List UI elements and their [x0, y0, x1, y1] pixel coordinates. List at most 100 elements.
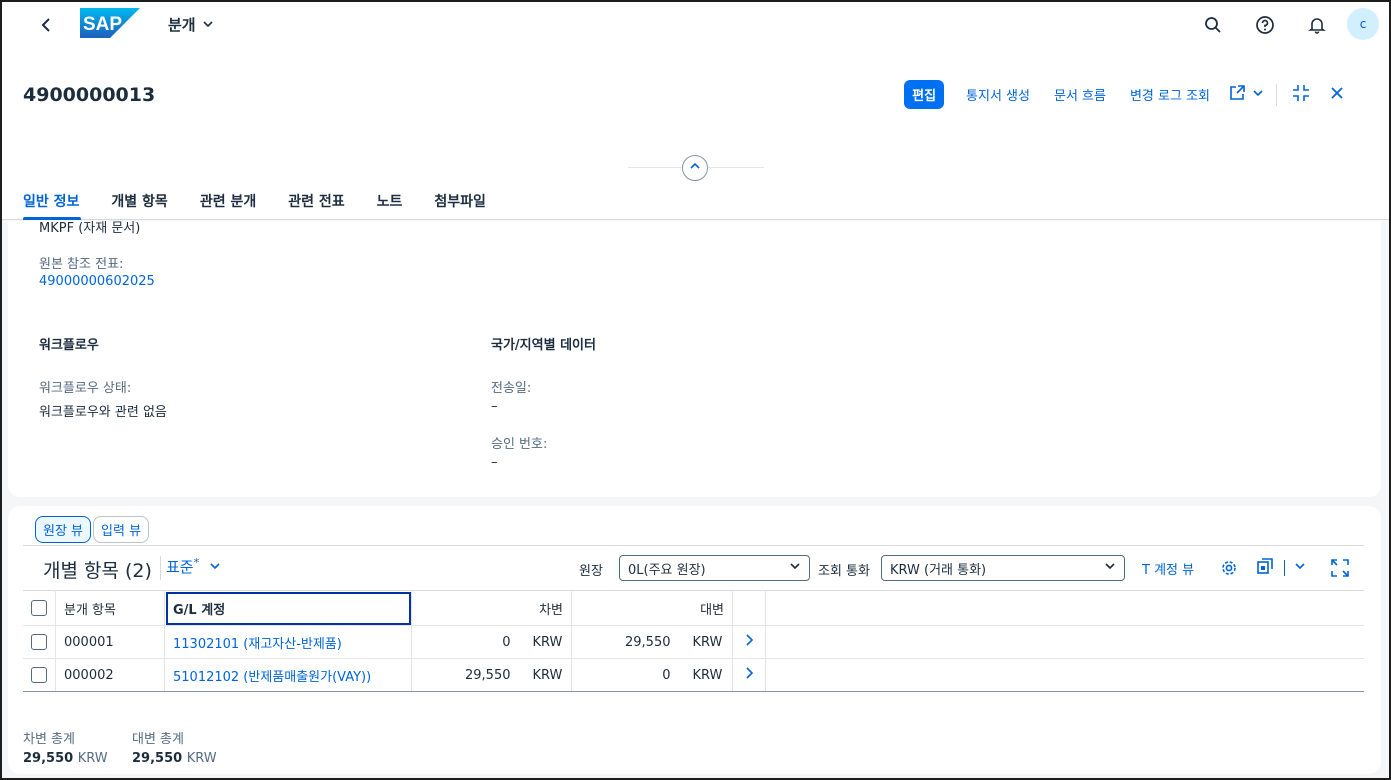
workflow-section-title: 워크플로우 [39, 338, 99, 353]
entry-view-button[interactable]: 입력 뷰 [93, 516, 150, 543]
chevron-down-icon [1252, 87, 1264, 103]
credit-amount-cell: 29,550 [571, 625, 679, 659]
edit-button[interactable]: 편집 [904, 80, 945, 109]
change-log-button[interactable]: 변경 로그 조회 [1118, 80, 1222, 109]
filler-column [765, 590, 1364, 626]
chevron-down-icon [1294, 560, 1306, 576]
shell-bar: SAP 분개 c [2, 2, 1389, 48]
chevron-up-icon [689, 160, 701, 176]
debit-currency-cell: KRW [518, 625, 572, 659]
settings-gear-icon[interactable] [1217, 556, 1241, 580]
chevron-right-icon[interactable] [732, 625, 766, 659]
tab-related-entries[interactable]: 관련 분개 [184, 184, 272, 220]
exit-fullscreen-button[interactable] [1283, 81, 1319, 109]
credit-amount-cell: 0 [571, 658, 679, 692]
view-segmented-button: 원장 뷰 입력 뷰 [35, 516, 150, 543]
app-title: 분개 [168, 16, 196, 34]
tab-attachments[interactable]: 첨부파일 [418, 184, 502, 220]
variant-name: 표준 [166, 558, 194, 576]
row-select-cell [23, 658, 56, 692]
help-icon[interactable] [1254, 14, 1276, 36]
select-all-checkbox[interactable] [31, 600, 47, 616]
total-credit-label: 대변 총계 [132, 732, 184, 747]
navigation-column-header [732, 590, 766, 626]
bell-icon[interactable] [1306, 14, 1328, 36]
ledger-label: 원장 [579, 564, 603, 579]
share-menu-button[interactable] [1222, 81, 1270, 109]
row-checkbox[interactable] [31, 634, 47, 650]
tab-line-items[interactable]: 개별 항목 [95, 184, 183, 220]
table-row[interactable]: 000002 51012102 (반제품매출원가(VAY)) 29,550 KR… [23, 658, 1364, 692]
divider [23, 545, 1364, 546]
separator [1283, 560, 1285, 576]
reference-procedure-value: MKPF (자재 문서) [39, 221, 141, 236]
debit-amount-cell: 0 [411, 625, 519, 659]
ledger-view-button[interactable]: 원장 뷰 [35, 516, 92, 543]
gl-account-link[interactable]: 11302101 (재고자산-반제품) [164, 625, 412, 659]
display-currency-select[interactable]: KRW (거래 통화) [881, 555, 1125, 581]
total-debit-value: 29,550 [23, 751, 74, 766]
header-actions: 편집 통지서 생성 문서 흐름 변경 로그 조회 [904, 80, 1355, 109]
page-title: 4900000013 [23, 84, 156, 106]
tab-bar: 일반 정보 개별 항목 관련 분개 관련 전표 노트 첨부파일 [23, 184, 502, 220]
chevron-down-icon [209, 558, 221, 576]
search-icon[interactable] [1202, 14, 1224, 36]
total-credit-value: 29,550 [132, 751, 183, 766]
row-select-cell [23, 625, 56, 659]
t-account-view-button[interactable]: T 계정 뷰 [1142, 559, 1194, 578]
transfer-date-value: – [491, 399, 498, 414]
display-currency-label: 조회 통화 [818, 564, 870, 579]
credit-currency-cell: KRW [678, 625, 733, 659]
exit-fullscreen-icon [1292, 84, 1310, 106]
filler-cell [765, 625, 1364, 659]
chevron-right-icon[interactable] [732, 658, 766, 692]
column-header-item[interactable]: 분개 항목 [55, 590, 165, 626]
tab-general-info[interactable]: 일반 정보 [23, 184, 95, 220]
workflow-status-label: 워크플로우 상태: [39, 381, 132, 396]
table-title: 개별 항목 (2) [43, 560, 152, 582]
tab-related-documents[interactable]: 관련 전표 [272, 184, 360, 220]
object-header: 4900000013 편집 통지서 생성 문서 흐름 변경 로그 조회 일반 정… [2, 48, 1389, 220]
line-items-section: 원장 뷰 입력 뷰 개별 항목 (2) 표준* 원장 0L(주요 원장) 조회 … [8, 506, 1381, 774]
document-flow-button[interactable]: 문서 흐름 [1042, 80, 1118, 109]
user-avatar[interactable]: c [1347, 8, 1379, 40]
ledger-select[interactable]: 0L(주요 원장) [619, 555, 810, 581]
column-header-credit[interactable]: 대변 [571, 590, 733, 626]
total-debit: 차변 총계 29,550 KRW [23, 728, 108, 766]
column-header-debit[interactable]: 차변 [411, 590, 572, 626]
export-menu-button[interactable] [1256, 556, 1306, 580]
filler-cell [765, 658, 1364, 692]
gl-account-link[interactable]: 51012102 (반제품매출원가(VAY)) [164, 658, 412, 692]
select-all-cell [23, 590, 56, 626]
total-debit-label: 차변 총계 [23, 732, 75, 747]
approval-number-value: – [491, 455, 498, 470]
variant-modified-mark: * [193, 556, 200, 569]
chevron-down-icon [789, 560, 801, 576]
collapse-header-button[interactable] [682, 155, 708, 181]
credit-currency-cell: KRW [678, 658, 733, 692]
approval-number-label: 승인 번호: [491, 437, 548, 452]
sap-logo[interactable]: SAP [80, 8, 140, 38]
separator [160, 556, 161, 580]
general-info-section: MKPF (자재 문서) 원본 참조 전표: 49000000602025 워크… [8, 221, 1381, 497]
close-button[interactable] [1319, 81, 1355, 109]
display-currency-value: KRW (거래 통화) [890, 562, 987, 578]
export-icon [1256, 557, 1274, 579]
chevron-down-icon [1104, 560, 1116, 576]
debit-currency-cell: KRW [518, 658, 572, 692]
variant-management[interactable]: 표준* [166, 556, 221, 577]
table-header-row: 분개 항목 G/L 계정 차변 대변 [23, 590, 1364, 626]
row-checkbox[interactable] [31, 667, 47, 683]
separator [1276, 83, 1277, 106]
transfer-date-label: 전송일: [491, 381, 532, 396]
tab-notes[interactable]: 노트 [361, 184, 419, 220]
original-reference-label: 원본 참조 전표: [39, 257, 124, 272]
create-notice-button[interactable]: 통지서 생성 [954, 80, 1042, 109]
back-icon[interactable] [36, 14, 58, 36]
column-header-gl-account[interactable]: G/L 계정 [164, 590, 412, 626]
original-reference-link[interactable]: 49000000602025 [39, 274, 155, 289]
app-title-menu[interactable]: 분개 [168, 14, 214, 35]
table-row[interactable]: 000001 11302101 (재고자산-반제품) 0 KRW 29,550 … [23, 625, 1364, 659]
fullscreen-icon[interactable] [1328, 556, 1352, 580]
item-cell: 000001 [55, 625, 165, 659]
